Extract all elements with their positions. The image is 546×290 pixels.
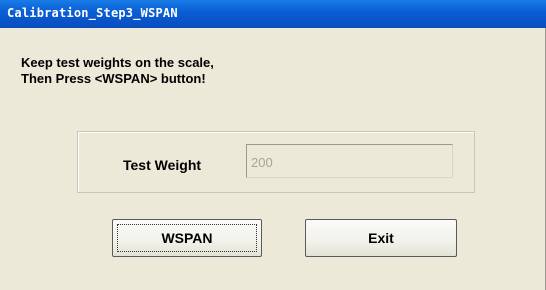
calibration-dialog: Calibration_Step3_WSPAN Keep test weight… bbox=[0, 0, 546, 290]
test-weight-label: Test Weight bbox=[123, 157, 202, 173]
window-title: Calibration_Step3_WSPAN bbox=[7, 6, 178, 20]
exit-button[interactable]: Exit bbox=[305, 219, 457, 257]
instruction-line-2: Then Press <WSPAN> button! bbox=[21, 71, 206, 86]
test-weight-field[interactable] bbox=[246, 144, 453, 178]
title-bar[interactable]: Calibration_Step3_WSPAN bbox=[0, 0, 546, 28]
wspan-button-label: WSPAN bbox=[161, 230, 213, 246]
instruction-line-1: Keep test weights on the scale, bbox=[21, 55, 214, 70]
exit-button-label: Exit bbox=[368, 230, 394, 246]
wspan-button[interactable]: WSPAN bbox=[112, 219, 262, 257]
instruction-message: Keep test weights on the scale, Then Pre… bbox=[21, 55, 214, 87]
